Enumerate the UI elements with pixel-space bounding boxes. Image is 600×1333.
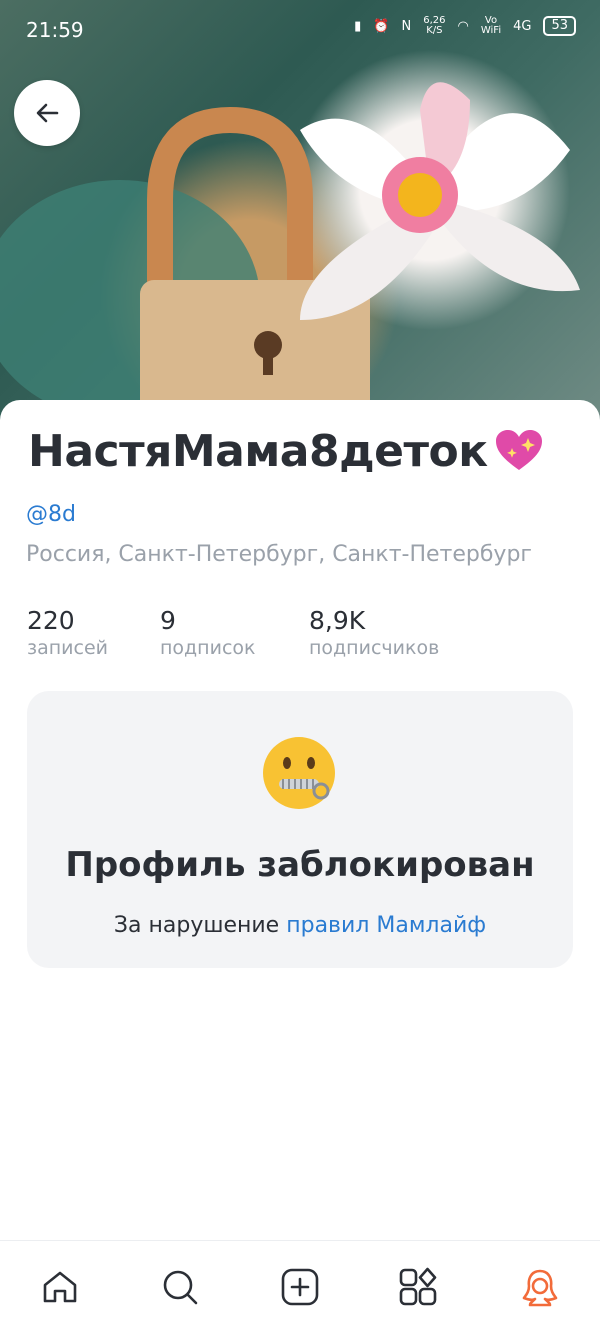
stat-followers[interactable]: 8,9K подписчиков: [309, 606, 439, 659]
blocked-notice: Профиль заблокирован За нарушение правил…: [27, 691, 573, 968]
nfc-icon: N: [401, 18, 412, 34]
stat-posts[interactable]: 220 записей: [27, 606, 108, 659]
wifi-icon: ◠: [457, 18, 469, 34]
stat-value: 220: [27, 606, 75, 635]
cover-image: [0, 0, 600, 420]
zipper-mouth-face-icon: [263, 737, 335, 809]
apps-icon: [399, 1267, 437, 1306]
home-icon: [43, 1271, 77, 1303]
stat-value: 8,9K: [309, 606, 366, 635]
sparkling-heart-icon: [495, 430, 542, 470]
profile-name: НастяМама8деток: [28, 425, 488, 477]
status-time: 21:59: [26, 18, 84, 42]
search-icon: [163, 1270, 198, 1305]
profile-username[interactable]: @8d: [26, 502, 76, 527]
vibrate-icon: ▮: [354, 18, 362, 34]
blocked-reason: За нарушение правил Мамлайф: [27, 913, 573, 938]
stat-following[interactable]: 9 подписок: [160, 606, 256, 659]
stat-value: 9: [160, 606, 176, 635]
arrow-left-icon: [36, 103, 59, 123]
bottom-nav: [0, 1240, 600, 1333]
profile-name-row: НастяМама8деток: [28, 424, 546, 478]
blocked-title: Профиль заблокирован: [65, 845, 535, 885]
stat-label: подписчиков: [309, 637, 440, 659]
stat-label: подписок: [160, 637, 256, 659]
add-icon: [281, 1268, 319, 1306]
network-speed: 6,26 K/S: [423, 15, 446, 36]
nav-add[interactable]: [280, 1267, 320, 1307]
alarm-icon: ⏰: [373, 18, 390, 34]
profile-icon: [522, 1269, 558, 1307]
back-button[interactable]: [14, 80, 80, 146]
profile-location: Россия, Санкт-Петербург, Санкт-Петербург: [26, 542, 532, 567]
status-icons: ▮ ⏰ N 6,26 K/S ◠ Vo WiFi 4G 53: [354, 16, 576, 36]
battery-icon: 53: [543, 16, 576, 36]
nav-profile[interactable]: [520, 1267, 560, 1307]
rules-link[interactable]: правил Мамлайф: [286, 913, 486, 938]
nav-search[interactable]: [160, 1267, 200, 1307]
cover-illustration: [0, 82, 580, 420]
stat-label: записей: [27, 637, 109, 659]
nav-home[interactable]: [40, 1267, 80, 1307]
cellular-icon: 4G: [513, 18, 532, 34]
status-bar: 21:59 ▮ ⏰ N 6,26 K/S ◠ Vo WiFi 4G 53: [0, 0, 600, 60]
profile-card: НастяМама8деток @8d Россия, Санкт-Петерб…: [0, 400, 600, 1240]
vowifi-label: Vo WiFi: [480, 15, 502, 36]
blocked-reason-text: За нарушение: [113, 913, 280, 938]
nav-apps[interactable]: [398, 1267, 438, 1307]
